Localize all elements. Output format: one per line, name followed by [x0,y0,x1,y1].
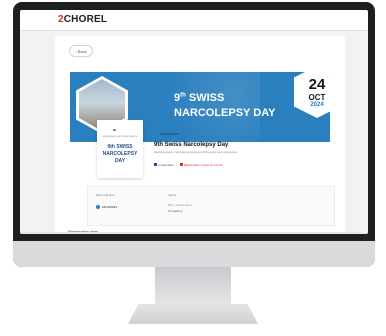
clock-icon [179,163,183,166]
banner-title-line2: NARCOLEPSY DAY [174,107,276,119]
event-url[interactable]: www.european-narcolepsy.org/event/9th-sw… [154,150,324,154]
banner-title-line1: 9th SWISS [174,92,225,104]
status-badge-label: SCHEDULED [160,132,179,136]
event-page: ‹ Back 9th SWISS NARCOLEPSY DAY 24 OCT 2… [55,36,345,234]
status-dot-icon [154,132,158,136]
event-logo-line2: NARCOLEPSY [102,151,138,157]
screen-edge [20,232,368,234]
date-badge: 24 OCT 2024 [294,72,330,118]
event-logo-line3: DAY [114,158,126,164]
app-logo[interactable]: 2CHOREL [58,14,107,25]
chevron-left-icon: ‹ [75,48,77,54]
event-logo-caption: SWISS NARCOLEPSY ASSOCIATION [102,136,138,138]
top-bar: 2CHOREL [20,10,368,31]
event-title: 9th Swiss Narcolepsy Day [154,142,229,148]
venue-label: Venue [168,193,177,197]
date-day: 24 [308,76,326,93]
back-button[interactable]: ‹ Back [69,45,93,57]
monitor-stand-base [128,304,258,324]
date-label: Date and time [96,193,115,197]
status-badge: SCHEDULED [154,132,179,136]
date-year: 2024 [310,102,324,108]
logo-text: CHOREL [63,14,108,25]
eye-icon: ◓ [112,126,117,135]
monitor-chin [13,241,375,267]
people-icon [154,163,157,166]
date-month: OCT [308,93,326,102]
screen: 2CHOREL ‹ Back 9th SWISS NARCOLEPSY DAY … [20,10,368,234]
venue-line1: Bern, Switzerland [168,203,192,207]
monitor-frame: 2CHOREL ‹ Back 9th SWISS NARCOLEPSY DAY … [13,2,375,267]
event-logo-card: ◓ SWISS NARCOLEPSY ASSOCIATION 9th SWISS… [97,120,143,178]
registration-meta: Registration closes on 23 Oct [179,163,223,167]
event-logo-line1: 9th SWISS [107,144,133,150]
event-meta: 0 attendees Registration closes on 23 Oc… [154,163,223,167]
event-details-panel: Date and time Venue 24/10/2024 Bern, Swi… [87,186,335,226]
back-label: Back [77,48,87,54]
monitor-stand-neck [155,267,231,307]
attendees-meta: 0 attendees [154,163,174,167]
calendar-icon [96,205,100,209]
venue-line2: 0 locations [168,209,183,213]
date-value: 24/10/2024 [96,205,117,209]
